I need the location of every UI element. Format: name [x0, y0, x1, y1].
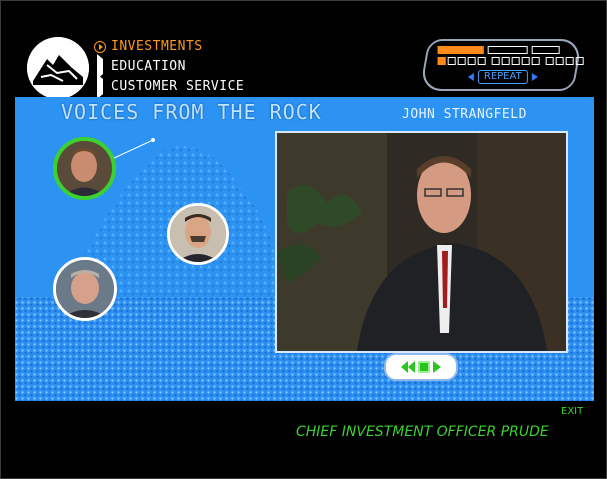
scene-panel: VOICES FROM THE ROCK JOHN STRANGFELD	[15, 97, 594, 401]
progress-square	[565, 57, 574, 65]
main-nav: INVESTMENTS EDUCATION CUSTOMER SERVICE	[93, 36, 245, 99]
progress-square	[545, 57, 554, 65]
rewind-icon[interactable]	[401, 361, 415, 373]
triangle-right-icon	[93, 73, 107, 99]
play-circle-icon	[93, 39, 107, 54]
progress-segment	[487, 46, 528, 54]
progress-segment	[437, 46, 484, 54]
nav-item-label: CUSTOMER SERVICE	[111, 78, 245, 94]
playback-controls	[384, 353, 458, 381]
progress-square	[457, 57, 466, 65]
progress-square	[555, 57, 564, 65]
repeat-button[interactable]: REPEAT	[477, 70, 528, 84]
progress-segments	[437, 46, 584, 54]
progress-segment	[531, 46, 560, 54]
speaker-thumbnail[interactable]	[167, 203, 229, 265]
arrow-left-icon[interactable]	[467, 73, 474, 81]
progress-square	[521, 57, 530, 65]
stop-icon[interactable]	[418, 361, 430, 373]
speaker-thumbnail-selected[interactable]	[53, 137, 116, 200]
progress-square	[575, 57, 584, 65]
progress-panel: REPEAT	[419, 39, 584, 91]
progress-square	[437, 57, 446, 65]
progress-square	[491, 57, 500, 65]
repeat-control: REPEAT	[467, 70, 538, 84]
logo-rock-icon[interactable]	[27, 37, 89, 99]
progress-square	[511, 57, 520, 65]
progress-square	[501, 57, 510, 65]
video-frame	[277, 133, 566, 351]
triangle-right-icon	[93, 53, 107, 79]
speaker-name: JOHN STRANGFELD	[402, 107, 527, 122]
nav-item-label: EDUCATION	[111, 58, 186, 74]
progress-squares	[437, 57, 584, 65]
caption-text: CHIEF INVESTMENT OFFICER PRUDE	[296, 424, 549, 440]
scene-title: VOICES FROM THE ROCK	[61, 100, 322, 124]
progress-square	[447, 57, 456, 65]
speaker-thumbnail[interactable]	[53, 257, 117, 321]
progress-square	[467, 57, 476, 65]
nav-item-customer-service[interactable]: CUSTOMER SERVICE	[93, 73, 245, 99]
progress-square	[477, 57, 486, 65]
play-icon[interactable]	[433, 361, 441, 373]
nav-item-label: INVESTMENTS	[111, 38, 203, 54]
exit-button[interactable]: EXIT	[561, 406, 583, 417]
nav-item-education[interactable]: EDUCATION	[93, 53, 244, 79]
nav-item-investments[interactable]: INVESTMENTS	[93, 36, 244, 56]
progress-square	[531, 57, 540, 65]
video-player[interactable]	[275, 131, 568, 353]
arrow-right-icon[interactable]	[531, 73, 538, 81]
